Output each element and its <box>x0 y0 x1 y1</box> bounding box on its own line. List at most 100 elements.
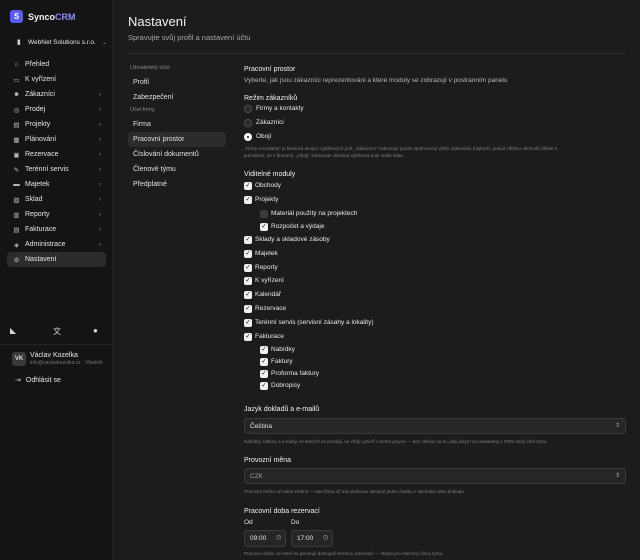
customer-mode-option-label: Obojí <box>256 133 272 140</box>
module-label: K vyřízení <box>255 277 284 284</box>
sidebar-item-label: Nastavení <box>25 256 57 263</box>
chevron-updown-icon: ⇕ <box>614 473 620 479</box>
sidebar-item-label: Plánování <box>25 136 57 143</box>
sidebar-item-8[interactable]: ▬ Majetek › <box>7 177 106 192</box>
sidebar-item-6[interactable]: ▣ Rezervace › <box>7 147 106 162</box>
subnav-item[interactable]: Číslování dokumentů <box>128 147 226 162</box>
language-select-value: Čeština <box>250 422 273 430</box>
sidebar-item-label: Reporty <box>25 211 50 218</box>
module-checkbox[interactable]: ✓ <box>244 319 252 327</box>
subnav-item[interactable]: Zabezpečení <box>128 90 226 105</box>
hours-from-input[interactable]: 09:00 ◷ <box>244 530 286 547</box>
module-checkbox[interactable]: ✓ <box>244 277 252 285</box>
language-title: Jazyk dokladů a e-mailů <box>244 406 320 413</box>
module-checkbox[interactable]: ✓ <box>244 291 252 299</box>
module-label: Majetek <box>255 250 278 257</box>
chevron-right-icon: › <box>99 211 101 218</box>
logout-button[interactable]: ⇥ Odhlásit se <box>15 376 61 385</box>
module-checkbox[interactable]: ✓ <box>244 196 252 204</box>
bookmark-icon: ▮ <box>17 39 21 46</box>
bell-icon[interactable]: ● <box>93 326 98 335</box>
home-icon: ⌂ <box>14 61 19 68</box>
currency-title: Provozní měna <box>244 457 292 464</box>
brand-icon[interactable]: ◣ <box>10 326 16 335</box>
module-checkbox[interactable]: ✓ <box>260 358 268 366</box>
users-icon: ☻ <box>13 91 20 98</box>
module-label: Sklady a skladové zásoby <box>255 236 330 243</box>
sidebar-item-4[interactable]: ▤ Projekty › <box>7 117 106 132</box>
hours-to-input[interactable]: 17:00 ◷ <box>291 530 333 547</box>
module-checkbox[interactable]: ✓ <box>260 210 268 218</box>
currency-select[interactable]: CZK ⇕ <box>244 468 626 484</box>
user-card[interactable]: VK Václav Kozelka info@vaclavkozelka.cz … <box>12 352 108 366</box>
module-checkbox[interactable]: ✓ <box>244 305 252 313</box>
sidebar-item-11[interactable]: ▤ Fakturace › <box>7 222 106 237</box>
org-switcher[interactable]: ▮ WebNet Solutions s.r.o. ⌄ <box>17 38 107 47</box>
customer-mode-note-2: jednotlivci, ne s firmami). „Obojí" zobr… <box>244 153 405 158</box>
module-checkbox[interactable]: ✓ <box>260 370 268 378</box>
subnav-item[interactable]: Členové týmu <box>128 162 226 177</box>
module-checkbox[interactable]: ✓ <box>260 223 268 231</box>
calendar-check-icon: ▣ <box>13 151 20 159</box>
module-checkbox[interactable]: ✓ <box>244 264 252 272</box>
customer-mode-radio[interactable] <box>244 105 252 113</box>
sidebar-item-3[interactable]: ◎ Prodej › <box>7 102 106 117</box>
sidebar-item-1[interactable]: ▭ K vyřízení <box>7 72 106 87</box>
module-label: Obchody <box>255 182 282 189</box>
customer-mode-option-label: Firmy a kontakty <box>256 105 304 112</box>
chevron-right-icon: › <box>99 121 101 128</box>
sidebar-item-2[interactable]: ☻ Zákazníci › <box>7 87 106 102</box>
app-logo[interactable]: S SyncoCRM <box>10 10 76 23</box>
sidebar-item-label: Sklad <box>25 196 43 203</box>
subnav-item[interactable]: Profil <box>128 75 226 90</box>
subnav-item[interactable]: Firma <box>128 117 226 132</box>
sidebar-item-label: Přehled <box>25 61 50 68</box>
coin-icon: ◎ <box>13 106 20 114</box>
sidebar-item-0[interactable]: ⌂ Přehled <box>7 57 106 72</box>
wrench-icon: ✎ <box>13 166 20 174</box>
module-checkbox[interactable]: ✓ <box>260 346 268 354</box>
subnav-item[interactable]: Pracovní prostor <box>128 132 226 147</box>
sidebar-item-7[interactable]: ✎ Terénní servis › <box>7 162 106 177</box>
sidebar-item-label: K vyřízení <box>25 76 57 83</box>
chevron-updown-icon: ⇕ <box>614 423 620 429</box>
translate-icon[interactable]: 文 <box>53 326 61 337</box>
sidebar-item-9[interactable]: ▧ Sklad › <box>7 192 106 207</box>
module-label: Projekty <box>255 196 279 203</box>
customer-mode-radio[interactable] <box>244 133 252 141</box>
user-email: info@vaclavkozelka.cz · Vlastník <box>30 360 103 366</box>
module-checkbox[interactable]: ✓ <box>260 382 268 390</box>
module-checkbox[interactable]: ✓ <box>244 182 252 190</box>
chevron-right-icon: › <box>99 91 101 98</box>
logo-mark-icon: S <box>10 10 23 23</box>
module-label: Fakturace <box>255 333 284 340</box>
app-name: SyncoCRM <box>28 11 76 22</box>
currency-select-value: CZK <box>250 472 263 480</box>
page-title: Nastavení <box>128 14 187 29</box>
sidebar-item-13[interactable]: ⚙ Nastavení <box>7 252 106 267</box>
language-select[interactable]: Čeština ⇕ <box>244 418 626 434</box>
sidebar-item-5[interactable]: ▦ Plánování › <box>7 132 106 147</box>
modules-title: Viditelné moduly <box>244 171 296 178</box>
module-checkbox[interactable]: ✓ <box>244 236 252 244</box>
sidebar-item-label: Administrace <box>25 241 66 248</box>
subnav-group-user: Uživatelský účet <box>130 65 170 71</box>
hours-to-label: Do <box>291 519 300 526</box>
sidebar-item-label: Majetek <box>25 181 50 188</box>
calendar-icon: ▦ <box>13 136 20 144</box>
chevron-right-icon: › <box>99 166 101 173</box>
subnav-item[interactable]: Předplatné <box>128 177 226 192</box>
module-checkbox[interactable]: ✓ <box>244 333 252 341</box>
customer-mode-radio[interactable] <box>244 119 252 127</box>
hours-note: Pracovní doba, ve které se generují dost… <box>244 551 444 556</box>
chevron-right-icon: › <box>99 151 101 158</box>
sidebar-item-12[interactable]: ◈ Administrace › <box>7 237 106 252</box>
logout-label: Odhlásit se <box>25 376 61 384</box>
sidebar-item-label: Rezervace <box>25 151 59 158</box>
module-label: Rozpočet a výdaje <box>271 223 325 230</box>
module-checkbox[interactable]: ✓ <box>244 250 252 258</box>
chevron-down-icon: ⌄ <box>101 39 107 46</box>
chevron-right-icon: › <box>99 241 101 248</box>
sidebar-item-10[interactable]: ▥ Reporty › <box>7 207 106 222</box>
language-note: Nabídky, faktury a e-maily, ve kterých s… <box>244 439 548 444</box>
